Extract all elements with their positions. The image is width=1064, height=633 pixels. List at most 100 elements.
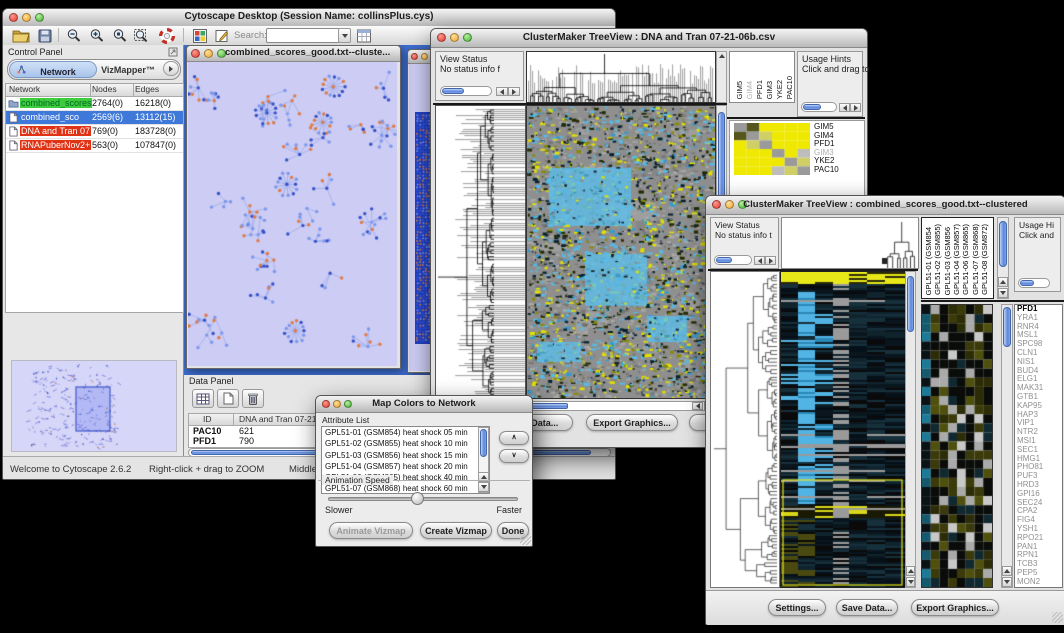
tv2-status-hscroll[interactable] <box>714 255 752 265</box>
attribute-list-vscroll[interactable] <box>478 427 489 493</box>
attr-row-id[interactable]: PAC10 <box>193 426 221 436</box>
tv1-row-label: PAC10 <box>814 166 864 175</box>
tv1-correlation-heatmap[interactable] <box>734 123 810 175</box>
save-icon[interactable] <box>36 28 54 44</box>
tv1-col-scroll[interactable] <box>716 51 727 103</box>
folder-icon <box>8 98 19 109</box>
slider-thumb[interactable] <box>411 492 424 505</box>
annotation-icon[interactable] <box>213 28 231 44</box>
attribute-item[interactable]: GPL51-07 (GSM868) heat shock 60 min <box>322 483 489 494</box>
network-row[interactable]: combined_scores2764(0)16218(0) <box>6 97 183 111</box>
tv1-view-status-text: No status info f <box>440 64 500 74</box>
network-edges: 13112(15) <box>135 112 175 122</box>
tv1-heatmap[interactable] <box>526 105 716 399</box>
minimize-icon[interactable] <box>421 53 428 60</box>
tv2-heatmap[interactable] <box>780 271 906 588</box>
search-dropdown-button[interactable] <box>338 28 351 43</box>
tv2-heat-vscroll[interactable] <box>905 271 916 588</box>
tv2-labels-vscroll[interactable] <box>997 217 1009 299</box>
tv2-view-status-title: View Status <box>715 220 760 230</box>
tv1-usage-right-button[interactable] <box>850 103 861 112</box>
tv2-gene-list[interactable]: PFD1YRA1RNR4MSL1SPC98CLN1NIS1BUD4ELG1MAK… <box>1014 304 1063 588</box>
attribute-item[interactable]: GPL51-04 (GSM857) heat shock 20 min <box>322 461 489 472</box>
network1-titlebar[interactable]: combined_scores_good.txt--cluste... <box>187 46 400 62</box>
col-edges[interactable]: Edges <box>135 84 159 94</box>
attribute-item[interactable]: GPL51-03 (GSM856) heat shock 15 min <box>322 450 489 461</box>
network-name: combined_sco <box>20 112 80 122</box>
birds-eye-view[interactable] <box>11 360 177 452</box>
network-row[interactable]: RNAPuberNov2+563(0)107847(0) <box>6 139 183 153</box>
create-vizmap-button[interactable]: Create Vizmap <box>420 522 492 539</box>
network-row[interactable]: DNA and Tran 07769(0)183728(0) <box>6 125 183 139</box>
tv1-column-dendrogram[interactable] <box>526 51 716 103</box>
tv1-scroll-left-button[interactable] <box>496 87 508 96</box>
control-panel: Control Panel Network VizMapper™ Network… <box>3 45 184 456</box>
treeview1-titlebar[interactable]: ClusterMaker TreeView : DNA and Tran 07-… <box>431 29 867 48</box>
search-input[interactable] <box>266 28 340 43</box>
tv2-save-data-button[interactable]: Save Data... <box>836 599 898 616</box>
tv1-scroll-right-button[interactable] <box>508 87 520 96</box>
zoom-selected-icon[interactable] <box>111 28 129 44</box>
tv2-scroll-right-button[interactable] <box>765 256 776 265</box>
tv1-heat-hscroll[interactable] <box>526 401 716 411</box>
zoom-out-icon[interactable] <box>65 28 83 44</box>
import-table-icon[interactable] <box>355 28 373 44</box>
treeview2-titlebar[interactable]: ClusterMaker TreeView : combined_scores_… <box>706 196 1064 215</box>
gene-label[interactable]: MON2 <box>1015 578 1062 587</box>
tv1-usage-hscroll[interactable] <box>801 102 837 112</box>
float-panel-icon[interactable] <box>168 47 178 57</box>
open-file-icon[interactable] <box>12 28 30 44</box>
resize-grip[interactable] <box>1052 612 1063 623</box>
tv1-usage-hints-text: Click and drag to <box>802 64 870 74</box>
close-icon[interactable] <box>191 49 200 58</box>
move-down-button[interactable]: ∨ <box>499 449 529 463</box>
attribute-item[interactable]: GPL51-01 (GSM854) heat shock 05 min <box>322 427 489 438</box>
attr-col-id[interactable]: ID <box>203 414 212 424</box>
tv2-gene-vscroll[interactable] <box>1001 304 1013 588</box>
network-nodes: 769(0) <box>92 126 118 136</box>
tv2-column-label: GPL51-08 (GSM872) <box>980 224 989 295</box>
vizmapper-icon[interactable] <box>191 28 209 44</box>
zoom-in-icon[interactable] <box>88 28 106 44</box>
tv1-usage-left-button[interactable] <box>839 103 850 112</box>
dialog-titlebar[interactable]: Map Colors to Network <box>316 396 532 413</box>
network1-view[interactable] <box>188 62 397 366</box>
tab-network[interactable]: Network <box>9 61 97 78</box>
control-panel-title: Control Panel <box>8 47 63 57</box>
attr-row-value[interactable]: 790 <box>239 436 254 446</box>
tv1-column-label: YKE2 <box>775 80 784 99</box>
network-nodes: 2569(6) <box>92 112 123 122</box>
tv1-status-hscroll[interactable] <box>440 86 492 96</box>
animate-vizmap-button[interactable]: Animate Vizmap <box>329 522 413 539</box>
close-icon[interactable] <box>411 53 418 60</box>
col-network[interactable]: Network <box>9 84 40 94</box>
tv2-settings-button[interactable]: Settings... <box>768 599 826 616</box>
new-attribute-button[interactable] <box>217 389 239 408</box>
tv2-column-label: GPL51-06 (GSM865) <box>961 224 970 295</box>
delete-attribute-button[interactable] <box>242 389 264 408</box>
tv1-export-graphics-button[interactable]: Export Graphics... <box>586 414 678 431</box>
help-lifering-icon[interactable] <box>158 28 176 44</box>
tv1-view-status-title: View Status <box>440 54 487 64</box>
tv2-row-dendrogram[interactable] <box>710 271 780 588</box>
tv1-row-dendrogram[interactable] <box>435 105 526 399</box>
zoom-fit-icon[interactable] <box>132 28 150 44</box>
attr-row-id[interactable]: PFD1 <box>193 436 216 446</box>
tv2-scroll-left-button[interactable] <box>754 256 765 265</box>
move-up-button[interactable]: ∧ <box>499 431 529 445</box>
network-row[interactable]: combined_sco 2569(6) 13112(15) <box>6 111 183 125</box>
attribute-item[interactable]: GPL51-02 (GSM855) heat shock 10 min <box>322 438 489 449</box>
tv2-export-graphics-button[interactable]: Export Graphics... <box>911 599 999 616</box>
tab-overflow-button[interactable] <box>163 61 179 76</box>
tab-vizmapper[interactable]: VizMapper™ <box>96 60 160 77</box>
tv2-column-dendrogram[interactable] <box>781 217 919 269</box>
resize-grip[interactable] <box>520 534 531 545</box>
new-document-icon <box>223 392 234 405</box>
tv2-usage-hscroll[interactable] <box>1018 278 1050 288</box>
minimize-icon[interactable] <box>204 49 213 58</box>
attr-row-value[interactable]: 621 <box>239 426 254 436</box>
table-mode-button[interactable] <box>192 389 214 408</box>
tv2-zoom-heatmap[interactable] <box>921 304 993 588</box>
main-titlebar[interactable]: Cytoscape Desktop (Session Name: collins… <box>3 9 615 27</box>
col-nodes[interactable]: Nodes <box>92 84 117 94</box>
